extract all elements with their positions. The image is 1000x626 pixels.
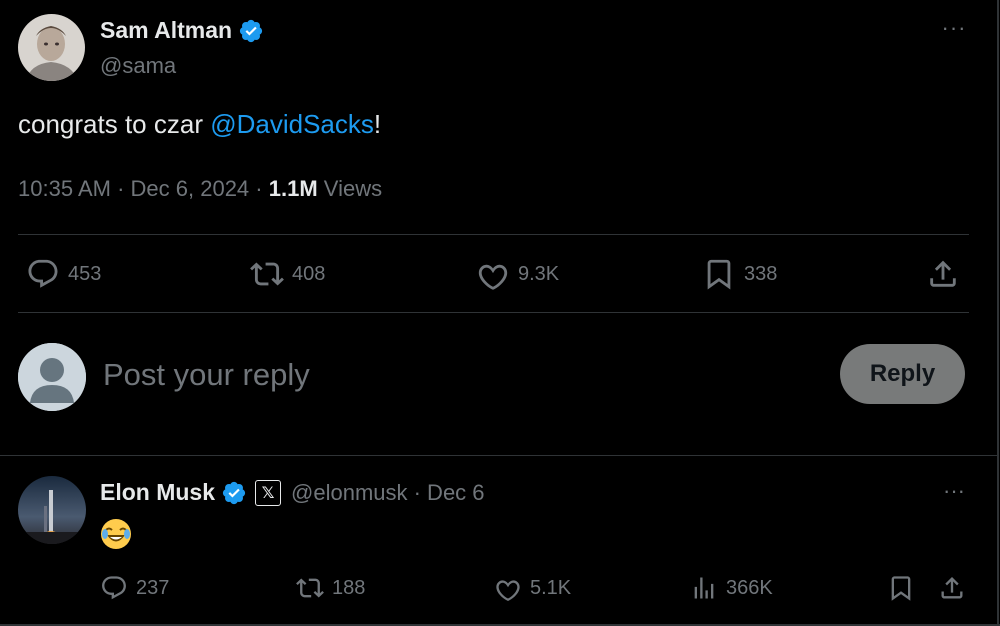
repost-icon (296, 578, 324, 598)
reply-count: 237 (136, 576, 170, 599)
laughing-emoji-icon (101, 519, 131, 549)
reply-icon (102, 576, 126, 600)
more-icon[interactable]: ··· (939, 17, 969, 42)
reply-icon (28, 259, 58, 288)
separator-dot: · (117, 176, 131, 201)
author-handle[interactable]: @sama (100, 53, 176, 79)
reply-action-bar: 237 188 5.1K 366K (0, 568, 997, 608)
like-count: 9.3K (518, 262, 560, 285)
views-count: 1.1M (268, 176, 318, 201)
elon-musk-avatar[interactable] (18, 476, 86, 544)
bookmark-action[interactable] (887, 568, 915, 608)
author-name-text[interactable]: Sam Altman (100, 17, 232, 44)
repost-icon (250, 262, 284, 286)
tweet-text-suffix: ! (373, 109, 382, 139)
like-action[interactable]: 9.3K (476, 236, 559, 312)
views-icon (694, 577, 714, 599)
like-icon (478, 264, 508, 290)
views-count: 366K (726, 576, 773, 599)
sam-altman-avatar[interactable] (18, 14, 85, 81)
panel-border (997, 0, 999, 626)
tweet-text-prefix: congrats to czar (18, 109, 211, 139)
reply-input[interactable] (103, 355, 703, 395)
reply-handle-date[interactable]: @elonmusk · Dec 6 (291, 480, 485, 506)
divider (18, 234, 969, 235)
tweet-time[interactable]: 10:35 AM (18, 176, 111, 201)
verified-badge-icon (222, 481, 246, 504)
verified-badge-icon (239, 19, 263, 42)
reply-button[interactable]: Reply (840, 344, 965, 404)
views-action[interactable]: 366K (690, 568, 773, 608)
separator-dot: · (255, 176, 269, 201)
like-action[interactable]: 5.1K (494, 568, 571, 608)
like-count: 5.1K (530, 576, 572, 599)
tweet-action-bar: 453 408 9.3K 338 (0, 236, 997, 312)
bookmark-action[interactable]: 338 (702, 236, 777, 312)
reply-count: 453 (68, 262, 102, 285)
tweet-meta: 10:35 AM · Dec 6, 2024 · 1.1M Views (18, 176, 382, 202)
reply-action[interactable]: 237 (100, 568, 169, 608)
share-icon (941, 577, 963, 599)
user-avatar (18, 343, 86, 411)
share-action[interactable] (926, 236, 960, 312)
repost-count: 188 (332, 576, 366, 599)
divider (0, 455, 997, 456)
reply-author-name[interactable]: Elon Musk (100, 479, 215, 506)
x-badge-icon[interactable]: 𝕏 (255, 479, 282, 506)
divider (18, 312, 969, 313)
tweet-date[interactable]: Dec 6, 2024 (131, 176, 250, 201)
bookmark-icon (891, 576, 911, 601)
author-name[interactable]: Sam Altman (100, 17, 264, 44)
views-label: Views (323, 176, 383, 201)
tweet-detail-view: Sam Altman @sama ··· congrats to czar @D… (0, 0, 1000, 626)
like-icon (496, 580, 520, 602)
repost-count: 408 (292, 262, 326, 285)
reply-header: Elon Musk 𝕏 @elonmusk · Dec 6 (100, 479, 485, 506)
repost-action[interactable]: 408 (250, 236, 325, 312)
share-icon (930, 260, 956, 287)
reply-action[interactable]: 453 (26, 236, 101, 312)
bookmark-count: 338 (744, 262, 778, 285)
tweet-text: congrats to czar @DavidSacks! (18, 109, 381, 140)
more-icon[interactable]: ··· (939, 480, 969, 505)
bookmark-icon (707, 259, 731, 290)
repost-action[interactable]: 188 (296, 568, 365, 608)
share-action[interactable] (938, 568, 966, 608)
mention-link[interactable]: @DavidSacks (210, 109, 374, 139)
